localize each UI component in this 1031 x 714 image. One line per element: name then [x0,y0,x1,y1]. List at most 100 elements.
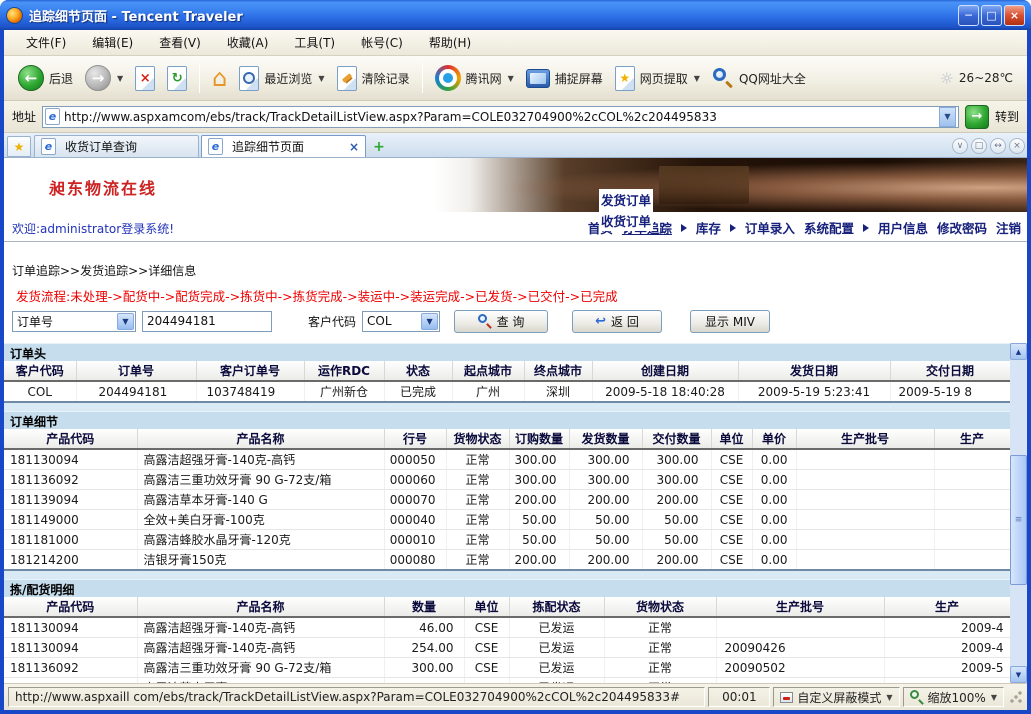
address-input[interactable]: e http://www.aspxamcom/ebs/track/TrackDe… [42,106,959,128]
recent-history-button[interactable]: 最近浏览 ▼ [233,63,330,94]
table-cell: 0.00 [752,510,796,530]
forward-dropdown-icon[interactable]: ▼ [117,74,123,83]
back-button[interactable]: ← 后退 [12,62,79,94]
tab-scroll-button[interactable]: ↔ [990,138,1006,154]
submenu-receive-order[interactable]: 收货订单 [601,211,651,230]
menu-file[interactable]: 文件(F) [14,31,78,54]
block-mode-control[interactable]: 自定义屏蔽模式 ▼ [773,687,899,707]
table-header-row: 产品代码产品名称数量单位拣配状态货物状态生产批号生产 [4,597,1010,617]
table-cell: 已发运 [509,638,604,658]
order-type-select[interactable]: 订单号 ▼ [12,311,136,332]
menu-edit[interactable]: 编辑(E) [80,31,145,54]
section-order-header: 订单头 [4,343,1010,361]
banner-photo [434,158,1027,212]
menu-help[interactable]: 帮助(H) [417,31,483,54]
table-cell: 50.00 [569,530,642,550]
menu-tools[interactable]: 工具(T) [282,31,347,54]
table-cell: 200.00 [509,550,569,571]
submenu-ship-order[interactable]: 发货订单 [601,190,651,209]
capture-screen-button[interactable]: 捕捉屏幕 [520,66,609,91]
order-number-input[interactable] [142,311,272,332]
refresh-button[interactable]: ↻ [161,63,193,94]
table-cell [934,470,1010,490]
address-dropdown-icon[interactable]: ▼ [939,107,956,127]
column-header: 生产 [934,429,1010,449]
table-cell: 正常 [446,550,509,571]
stop-button[interactable]: × [129,63,161,94]
menu-view[interactable]: 查看(V) [147,31,213,54]
address-url-text: http://www.aspxamcom/ebs/track/TrackDeta… [64,110,939,124]
zoom-control[interactable]: 缩放100% ▼ [903,687,1004,707]
new-tab-button[interactable]: + [368,137,390,157]
toolbar-separator [199,63,200,93]
resize-grip[interactable] [1009,690,1023,704]
table-cell: 254.00 [384,638,464,658]
tab-track-detail[interactable]: e 追踪细节页面 × [201,135,366,157]
customer-code-select[interactable]: COL ▼ [362,311,440,332]
customer-code-label: 客户代码 [308,313,356,330]
favorites-button[interactable]: ★ [7,136,31,157]
window-list-button[interactable]: □ [971,138,987,154]
show-miv-button[interactable]: 显示 MIV [690,310,770,333]
minimize-button[interactable]: ─ [958,5,979,26]
nav-change-password[interactable]: 修改密码 [937,218,987,237]
weather-widget[interactable]: ☼ 26~28℃ [934,66,1019,91]
table-row: 181136092高露洁三重功效牙膏 90 G-72支/箱000060正常300… [4,470,1010,490]
table-cell: 181130094 [4,638,137,658]
scroll-up-button[interactable]: ▲ [1010,343,1027,360]
qq-site-dropdown-icon[interactable]: ▼ [508,74,514,83]
query-button[interactable]: 查 询 [454,310,548,333]
close-button[interactable]: × [1004,5,1025,26]
return-icon: ↩ [595,314,606,329]
go-button[interactable]: → [965,105,989,129]
table-cell [796,530,934,550]
qq-nav-button[interactable]: QQ网址大全 [706,64,812,92]
table-cell: 000040 [384,510,446,530]
nav-inventory[interactable]: 库存 [696,218,721,237]
nav-order-entry[interactable]: 订单录入 [745,218,795,237]
menu-account[interactable]: 帐号(C) [349,31,415,54]
table-row: 181181000高露洁蜂胶水晶牙膏-120克000010正常50.0050.0… [4,530,1010,550]
capture-screen-icon [526,69,550,88]
table-cell: 广州新仓 [304,381,384,402]
column-header: 终点城市 [524,361,592,381]
menu-favorites[interactable]: 收藏(A) [215,31,281,54]
table-cell: 0.00 [752,550,796,571]
nav-arrow-icon [681,224,687,232]
maximize-button[interactable]: □ [981,5,1002,26]
go-label: 转到 [995,108,1019,125]
column-header: 状态 [384,361,452,381]
vertical-scrollbar[interactable]: ▲ ≡ ▼ [1010,343,1027,683]
table-cell: 000060 [384,470,446,490]
table-cell: 000050 [384,449,446,470]
table-cell: 300.00 [509,449,569,470]
column-header: 生产批号 [716,597,884,617]
tab-receive-order-query[interactable]: e 收货订单查询 [34,135,199,157]
tab-close-icon[interactable]: × [349,140,359,154]
nav-system-config[interactable]: 系统配置 [804,218,854,237]
scrollbar-thumb[interactable]: ≡ [1010,455,1027,585]
collapse-tabs-button[interactable]: ∨ [952,138,968,154]
close-tab-button[interactable]: × [1009,138,1025,154]
web-extract-button[interactable]: ★ 网页提取 ▼ [609,63,706,94]
web-extract-dropdown-icon[interactable]: ▼ [694,74,700,83]
table-row: 181136092高露洁三重功效牙膏 90 G-72支/箱300.00CSE已发… [4,658,1010,678]
nav-user-info[interactable]: 用户信息 [878,218,928,237]
scroll-down-button[interactable]: ▼ [1010,666,1027,683]
forward-button[interactable]: → ▼ [79,62,129,94]
table-cell: 000070 [384,490,446,510]
window-title: 追踪细节页面 - Tencent Traveler [29,6,958,25]
nav-logout[interactable]: 注销 [996,218,1021,237]
zoom-icon [910,690,924,704]
column-header: 交付日期 [890,361,1010,381]
table-cell: CSE [711,449,752,470]
return-button[interactable]: ↩ 返 回 [572,310,662,333]
recent-dropdown-icon[interactable]: ▼ [318,74,324,83]
table-cell: 2009-4 [884,638,1010,658]
qq-site-button[interactable]: 腾讯网 ▼ [429,62,520,94]
scrollbar-track[interactable]: ≡ [1010,360,1027,666]
clear-history-button[interactable]: 清除记录 [331,63,416,94]
home-button[interactable]: ⌂ [206,63,233,93]
history-icon [239,66,259,91]
table-cell: 200.00 [642,490,711,510]
